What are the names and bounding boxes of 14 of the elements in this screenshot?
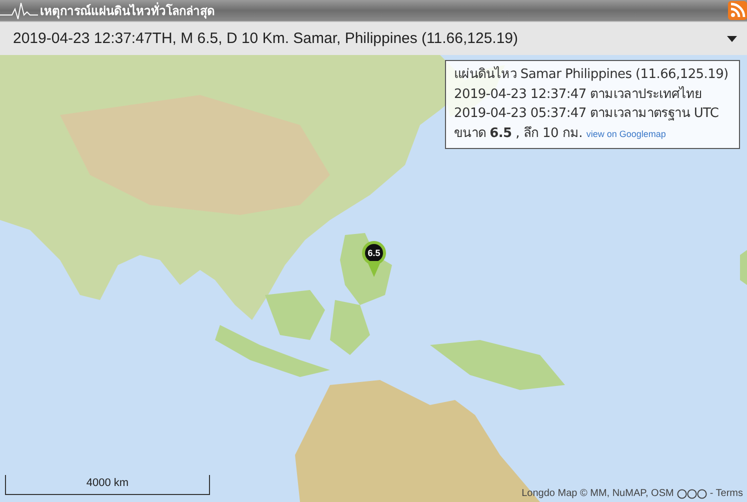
utc-time-text: 2019-04-23 05:37:47 ตามเวลามาตรฐาน UTC bbox=[454, 105, 720, 123]
event-dropdown[interactable]: 2019-04-23 12:37:47TH, M 6.5, D 10 Km. Samar, Philippines (11.66,125.19) bbox=[0, 22, 747, 55]
heartbeat-icon bbox=[0, 0, 38, 20]
rss-icon[interactable] bbox=[728, 1, 747, 20]
terms-link[interactable]: - Terms bbox=[710, 488, 743, 499]
local-time-text: 2019-04-23 12:37:47 ตามเวลาประเทศไทย bbox=[454, 85, 704, 104]
info-title: แผ่นดินไหว Samar Philippines (11.66,125.19) bbox=[454, 65, 730, 84]
scale-bar: 4000 km bbox=[5, 475, 210, 495]
map-drawing[interactable] bbox=[0, 55, 747, 502]
license-icon bbox=[676, 488, 707, 498]
googlemap-link[interactable]: view on Googlemap bbox=[586, 128, 666, 138]
caret-icon bbox=[727, 36, 737, 42]
header-title: เหตุการณ์แผ่นดินไหวทั่วโลกล่าสุด bbox=[40, 1, 215, 20]
magnitude-depth-text: ขนาด 6.5 , ลึก 10 กม. view on Googlemap bbox=[454, 124, 667, 142]
